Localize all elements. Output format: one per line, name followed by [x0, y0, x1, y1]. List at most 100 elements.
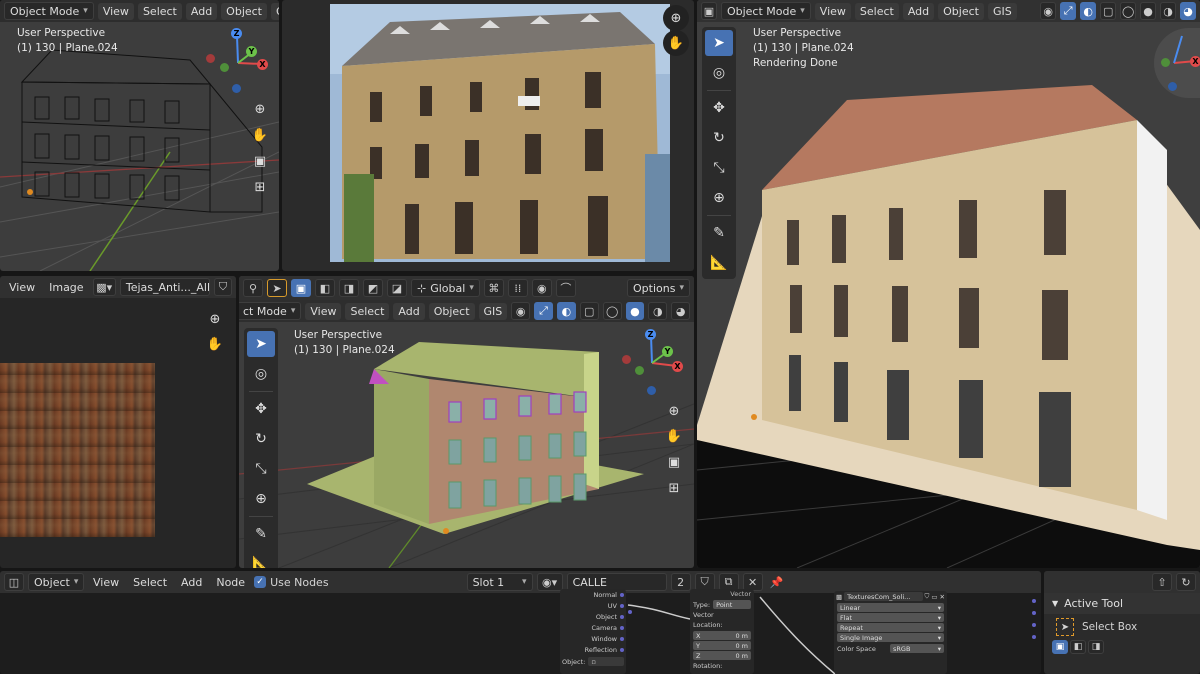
center-viewport[interactable]: ⚲ ➤ ▣ ◧ ◨ ◩ ◪ ⊹ Global ▾ ⌘ ⁞⁞ ◉ ⌒ Options ▾…	[239, 276, 694, 568]
overlay-toggle-icon[interactable]: ◐	[556, 302, 576, 320]
shield-icon[interactable]: ⛉	[925, 592, 930, 601]
shading-rendered-icon[interactable]: ◕	[1180, 2, 1196, 20]
overlay-toggle-icon[interactable]: ◐	[1080, 2, 1097, 20]
falloff-icon[interactable]: ⌒	[555, 279, 576, 297]
menu-view[interactable]: View	[97, 2, 134, 20]
select-mode-new-icon[interactable]: ▣	[1052, 640, 1068, 654]
menu-view[interactable]: View	[4, 279, 40, 296]
select-mode-extend-icon[interactable]: ◧	[1070, 640, 1086, 654]
scale-icon[interactable]: ⤡	[247, 456, 275, 482]
move-icon[interactable]: ✥	[247, 396, 275, 422]
menu-node[interactable]: Node	[211, 574, 250, 591]
fake-user-shield-icon[interactable]: ⛉	[214, 278, 232, 296]
options-dropdown[interactable]: Options ▾	[627, 279, 690, 297]
axis-neg-x[interactable]	[622, 355, 631, 364]
upload-icon[interactable]: ⇧	[1152, 573, 1172, 591]
location-x-field[interactable]: X 0 m	[693, 631, 751, 640]
zoom-icon[interactable]: ⊕	[661, 398, 687, 424]
navigation-gizmo[interactable]: X	[1154, 28, 1200, 98]
zoom-icon[interactable]: ⊕	[202, 306, 228, 332]
image-name-field[interactable]: TexturesCom_Soli...	[844, 592, 923, 601]
select-mode-subtract-icon[interactable]: ◨	[1088, 640, 1104, 654]
projection-dropdown[interactable]: Flat ▾	[837, 613, 944, 622]
socket-camera[interactable]: Camera	[560, 622, 626, 633]
object-type-dropdown[interactable]: Object ▾	[28, 573, 84, 591]
source-dropdown[interactable]: Single Image ▾	[837, 633, 944, 642]
menu-gis[interactable]: GIS	[987, 2, 1017, 20]
material-user-count[interactable]: 2	[670, 573, 691, 591]
gizmo-toggle-icon[interactable]: ⤢	[534, 302, 553, 320]
extension-dropdown[interactable]: Repeat ▾	[837, 623, 944, 632]
object-field[interactable]: ▫	[588, 657, 624, 666]
gizmo-toggle-icon[interactable]: ⤢	[1060, 2, 1077, 20]
select-mode-invert-icon[interactable]: ◩	[363, 279, 383, 297]
shader-node-editor[interactable]: ◫ Object ▾ View Select Add Node ✓ Use Nod…	[0, 571, 1041, 674]
visibility-eye-icon[interactable]: ◉	[511, 302, 531, 320]
mapping-node[interactable]: Vector Type: Point Vector Location: X0 m …	[690, 589, 754, 674]
proportional-edit-icon[interactable]: ◉	[531, 279, 552, 297]
refresh-icon[interactable]: ↻	[1176, 573, 1196, 591]
axis-neg-y[interactable]	[220, 63, 229, 72]
image-editor[interactable]: View Image ▩▾ Tejas_Anti..._Albedo.tif ⛉…	[0, 276, 236, 568]
axis-y[interactable]: Y	[246, 46, 257, 57]
object-picker[interactable]: Object: ▫	[560, 655, 626, 668]
use-nodes-checkbox[interactable]: ✓	[254, 576, 267, 588]
shading-material-icon[interactable]: ◑	[1160, 2, 1177, 20]
axis-z[interactable]: Z	[645, 329, 656, 340]
photo-zoom-icon[interactable]: ⊕	[663, 5, 689, 31]
editor-type-icon[interactable]: ◫	[4, 573, 24, 591]
image-texture-node[interactable]: ▩ TexturesCom_Soli... ⛉ ▭ ✕ Linear ▾ Flat ▾ …	[834, 591, 947, 674]
transform-icon[interactable]: ⊕	[247, 486, 275, 512]
cursor-icon[interactable]: ◎	[705, 60, 733, 86]
menu-object[interactable]: Object	[428, 302, 475, 320]
mode-dropdown[interactable]: Object Mode ▾	[720, 2, 811, 20]
menu-select[interactable]: Select	[137, 2, 182, 20]
axis-x[interactable]: X	[257, 59, 268, 70]
axis-y[interactable]: Y	[662, 346, 673, 357]
select-box-icon[interactable]: ➤	[705, 30, 733, 56]
shading-solid-icon[interactable]: ●	[1140, 2, 1157, 20]
interpolation-dropdown[interactable]: Linear ▾	[837, 603, 944, 612]
scale-icon[interactable]: ⤡	[705, 155, 733, 181]
active-tool-icon[interactable]: ➤	[267, 279, 287, 297]
axis-x[interactable]: X	[1190, 56, 1200, 67]
wireframe-viewport[interactable]: Object Mode▾ View Select Add Object GIS …	[0, 0, 279, 271]
select-mode-subtract-icon[interactable]: ◨	[339, 279, 359, 297]
select-mode-intersect-icon[interactable]: ◪	[387, 279, 407, 297]
image-selector[interactable]: ▩ TexturesCom_Soli... ⛉ ▭ ✕	[834, 591, 947, 602]
close-icon[interactable]: ✕	[940, 593, 945, 601]
socket-reflection[interactable]: Reflection	[560, 644, 626, 655]
annotate-icon[interactable]: ✎	[247, 521, 275, 547]
menu-view[interactable]: View	[814, 2, 851, 20]
color-space-dropdown[interactable]: sRGB ▾	[890, 644, 944, 653]
pin-icon[interactable]: 📌	[767, 573, 787, 591]
pan-hand-icon[interactable]: ✋	[661, 423, 687, 449]
menu-add[interactable]: Add	[393, 302, 425, 320]
navigation-gizmo[interactable]: Z X Y	[622, 328, 692, 398]
menu-object[interactable]: Object	[938, 2, 984, 20]
select-mode-new-icon[interactable]: ▣	[291, 279, 311, 297]
menu-gis[interactable]: GIS	[478, 302, 508, 320]
rotate-icon[interactable]: ↻	[247, 426, 275, 452]
grid-ortho-icon[interactable]: ⊞	[661, 475, 687, 501]
menu-view[interactable]: View	[305, 302, 342, 320]
mode-dropdown[interactable]: Object Mode ▾	[4, 2, 94, 20]
menu-view[interactable]: View	[88, 574, 124, 591]
menu-add[interactable]: Add	[902, 2, 935, 20]
menu-object[interactable]: Object	[221, 2, 267, 20]
camera-icon[interactable]: ▣	[247, 148, 273, 174]
measure-icon[interactable]: 📐	[247, 551, 275, 568]
grid-ortho-icon[interactable]: ⊞	[247, 174, 273, 200]
menu-gis[interactable]: GIS	[271, 2, 279, 20]
axis-neg-x[interactable]	[206, 54, 215, 63]
editor-type-icon[interactable]: ▣	[701, 2, 717, 20]
image-browse-icon[interactable]: ▩▾	[92, 278, 116, 296]
active-tool-panel-header[interactable]: ▼ Active Tool	[1044, 593, 1200, 614]
navigation-gizmo[interactable]: Z X Y	[205, 28, 275, 98]
pan-hand-icon[interactable]: ✋	[202, 331, 228, 357]
photo-pan-hand-icon[interactable]: ✋	[663, 30, 689, 56]
orientation-dropdown[interactable]: ⊹ Global ▾	[411, 279, 480, 297]
menu-add[interactable]: Add	[185, 2, 218, 20]
mode-dropdown[interactable]: ct Mode ▾	[239, 302, 302, 320]
shading-material-icon[interactable]: ◑	[648, 302, 668, 320]
